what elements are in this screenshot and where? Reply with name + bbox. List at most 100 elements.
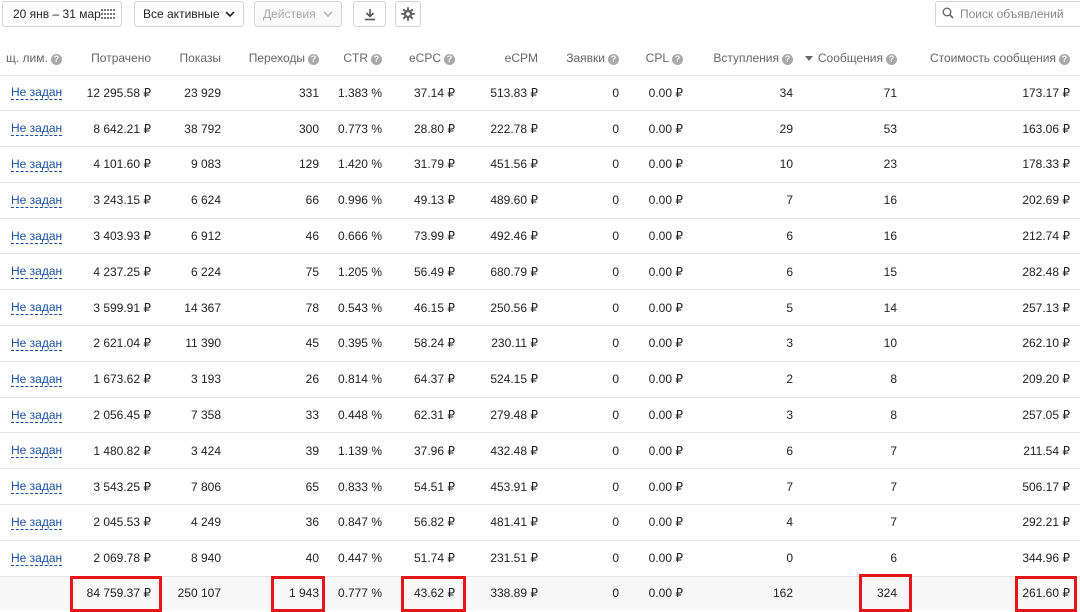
cell-impressions: 7 806 xyxy=(161,468,231,505)
cell-msg_cost: 292.21 ₽ xyxy=(907,504,1080,541)
cell-spent: 3 243.15 ₽ xyxy=(71,181,161,219)
col-header-limit[interactable]: щ. лим.? xyxy=(0,41,71,75)
cell-ctr: 1.420 % xyxy=(329,146,392,183)
cell-joins: 10 xyxy=(693,146,803,183)
actions-dropdown[interactable]: Действия xyxy=(254,1,342,27)
cell-ecpm: 513.83 ₽ xyxy=(465,74,548,111)
cell-limit: Не задан xyxy=(0,110,71,147)
cell-ctr: 0.833 % xyxy=(329,468,392,505)
chevron-down-icon xyxy=(323,11,333,17)
table-body: Не задан 12 295.58 ₽23 929 331 1.383 % 37.14… xyxy=(0,74,1080,577)
limit-link[interactable]: Не задан xyxy=(11,86,63,101)
cell-ecpm: 489.60 ₽ xyxy=(465,181,548,219)
cell-leads: 0 xyxy=(548,146,629,183)
cell-msg_cost: 344.96 ₽ xyxy=(907,539,1080,577)
ads-stats-table: щ. лим.? Потрачено Показы Переходы? CTR?… xyxy=(0,41,1080,611)
limit-link[interactable]: Не задан xyxy=(11,229,63,244)
date-range-button[interactable]: 20 янв – 31 мар xyxy=(2,1,122,27)
cell-limit: Не задан xyxy=(0,217,71,254)
cell-msg_cost: 202.69 ₽ xyxy=(907,181,1080,219)
cell-messages: 16 xyxy=(803,181,907,219)
help-icon[interactable]: ? xyxy=(50,53,62,65)
cell-msg_cost: 257.05 ₽ xyxy=(907,396,1080,433)
limit-link[interactable]: Не задан xyxy=(11,444,63,459)
limit-link[interactable]: Не задан xyxy=(11,336,63,351)
table-row: Не задан 1 673.62 ₽3 193 26 0.814 % 64.37 ₽5… xyxy=(0,360,1080,398)
total-msg_cost: 261.60 ₽ xyxy=(907,575,1080,611)
cell-impressions: 7 358 xyxy=(161,396,231,433)
cell-cpl: 0.00 ₽ xyxy=(629,74,693,111)
col-header-clicks[interactable]: Переходы? xyxy=(231,41,329,75)
cell-clicks: 75 xyxy=(231,253,329,290)
cell-cpl: 0.00 ₽ xyxy=(629,396,693,433)
help-icon[interactable]: ? xyxy=(444,53,455,65)
table-row: Не задан 3 403.93 ₽6 912 46 0.666 % 73.99 ₽4… xyxy=(0,217,1080,254)
help-icon[interactable]: ? xyxy=(886,53,897,65)
cell-impressions: 6 624 xyxy=(161,181,231,219)
cell-limit: Не задан xyxy=(0,396,71,433)
limit-link[interactable]: Не задан xyxy=(11,551,63,566)
limit-link[interactable]: Не задан xyxy=(11,265,63,280)
col-header-ecpm[interactable]: eCPM xyxy=(465,41,548,75)
col-header-joins[interactable]: Вступления? xyxy=(693,41,803,75)
cell-ctr: 0.543 % xyxy=(329,289,392,326)
cell-spent: 1 673.62 ₽ xyxy=(71,360,161,398)
cell-joins: 0 xyxy=(693,539,803,577)
search-input[interactable] xyxy=(960,7,1078,21)
total-spent: 84 759.37 ₽ xyxy=(71,575,161,611)
cell-limit: Не задан xyxy=(0,74,71,111)
col-header-ctr[interactable]: CTR? xyxy=(329,41,392,75)
cell-clicks: 300 xyxy=(231,110,329,147)
limit-link[interactable]: Не задан xyxy=(11,157,63,172)
col-header-messages[interactable]: Сообщения? xyxy=(803,41,907,75)
cell-spent: 2 621.04 ₽ xyxy=(71,325,161,362)
limit-link[interactable]: Не задан xyxy=(11,515,63,530)
help-icon[interactable]: ? xyxy=(371,53,382,65)
limit-link[interactable]: Не задан xyxy=(11,408,63,423)
table-row: Не задан 2 045.53 ₽4 249 36 0.847 % 56.82 ₽4… xyxy=(0,504,1080,541)
help-icon[interactable]: ? xyxy=(782,53,793,65)
cell-clicks: 66 xyxy=(231,181,329,219)
help-icon[interactable]: ? xyxy=(1059,53,1070,65)
cell-ecpm: 222.78 ₽ xyxy=(465,110,548,147)
col-header-spent[interactable]: Потрачено xyxy=(71,41,161,75)
cell-joins: 6 xyxy=(693,217,803,254)
cell-ecpc: 62.31 ₽ xyxy=(392,396,465,433)
total-messages: 324 xyxy=(803,575,907,611)
cell-joins: 7 xyxy=(693,468,803,505)
cell-cpl: 0.00 ₽ xyxy=(629,539,693,577)
limit-link[interactable]: Не задан xyxy=(11,480,63,495)
cell-ecpc: 56.49 ₽ xyxy=(392,253,465,290)
limit-link[interactable]: Не задан xyxy=(11,122,63,137)
cell-cpl: 0.00 ₽ xyxy=(629,289,693,326)
col-header-cpl[interactable]: CPL? xyxy=(629,41,693,75)
cell-msg_cost: 282.48 ₽ xyxy=(907,253,1080,290)
cell-ecpm: 432.48 ₽ xyxy=(465,432,548,469)
col-header-impressions[interactable]: Показы xyxy=(161,41,231,75)
cell-ecpc: 58.24 ₽ xyxy=(392,325,465,362)
limit-link[interactable]: Не задан xyxy=(11,301,63,316)
cell-spent: 4 101.60 ₽ xyxy=(71,146,161,183)
help-icon[interactable]: ? xyxy=(308,53,319,65)
cell-ecpc: 31.79 ₽ xyxy=(392,146,465,183)
export-button[interactable] xyxy=(353,1,386,27)
cell-clicks: 45 xyxy=(231,325,329,362)
cell-impressions: 4 249 xyxy=(161,504,231,541)
cell-leads: 0 xyxy=(548,539,629,577)
limit-link[interactable]: Не задан xyxy=(11,193,63,208)
cell-leads: 0 xyxy=(548,217,629,254)
help-icon[interactable]: ? xyxy=(608,53,619,65)
col-header-leads[interactable]: Заявки? xyxy=(548,41,629,75)
settings-button[interactable] xyxy=(395,1,421,27)
limit-link[interactable]: Не задан xyxy=(11,372,63,387)
search-icon xyxy=(942,7,954,22)
cell-messages: 7 xyxy=(803,504,907,541)
cell-messages: 8 xyxy=(803,396,907,433)
table-row: Не задан 12 295.58 ₽23 929 331 1.383 % 37.14… xyxy=(0,74,1080,111)
help-icon[interactable]: ? xyxy=(672,53,683,65)
status-filter-label: Все активные xyxy=(143,7,220,21)
col-header-message-cost[interactable]: Стоимость сообщения? xyxy=(907,41,1080,75)
col-header-ecpc[interactable]: eCPC? xyxy=(392,41,465,75)
cell-limit: Не задан xyxy=(0,360,71,398)
status-filter-dropdown[interactable]: Все активные xyxy=(134,1,244,27)
